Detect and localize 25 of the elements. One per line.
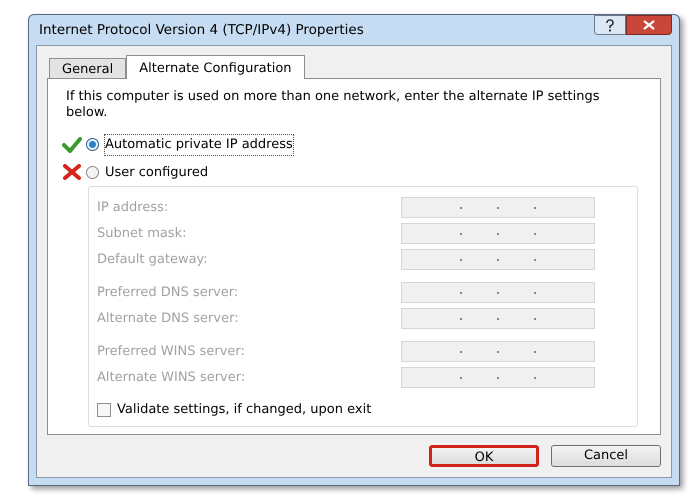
close-icon [643,20,655,30]
dialog-button[interactable]: OK [429,445,539,467]
intro-text: If this computer is used on more than one network, enter the alternate IP settings below. [65,89,600,121]
radio-label: User configured [105,164,208,182]
field-label: Subnet mask: [97,224,187,243]
close-button[interactable] [626,15,672,35]
help-icon [605,18,615,32]
dialog-button[interactable]: Cancel [551,445,661,467]
field-label: Alternate DNS server: [97,310,239,328]
field-label: IP address: [97,198,168,217]
cross-mark-icon [62,164,82,180]
radio-button[interactable] [86,138,99,152]
checkbox[interactable] [97,402,111,417]
field-label: Alternate WINS server: [97,368,246,387]
help-button[interactable] [594,15,626,35]
radio-label: Automatic private IP address [105,135,293,154]
tab[interactable]: General [49,58,126,78]
field-label: Preferred WINS server: [97,342,245,361]
tab[interactable]: Alternate Configuration [126,55,305,79]
check-mark-icon [62,136,82,153]
window-title: Internet Protocol Version 4 (TCP/IPv4) Properties [38,20,364,40]
radio-button[interactable] [86,166,99,179]
field-label: Default gateway: [97,250,208,269]
field-label: Preferred DNS server: [97,284,238,302]
checkbox-label: Validate settings, if changed, upon exit [117,401,372,419]
